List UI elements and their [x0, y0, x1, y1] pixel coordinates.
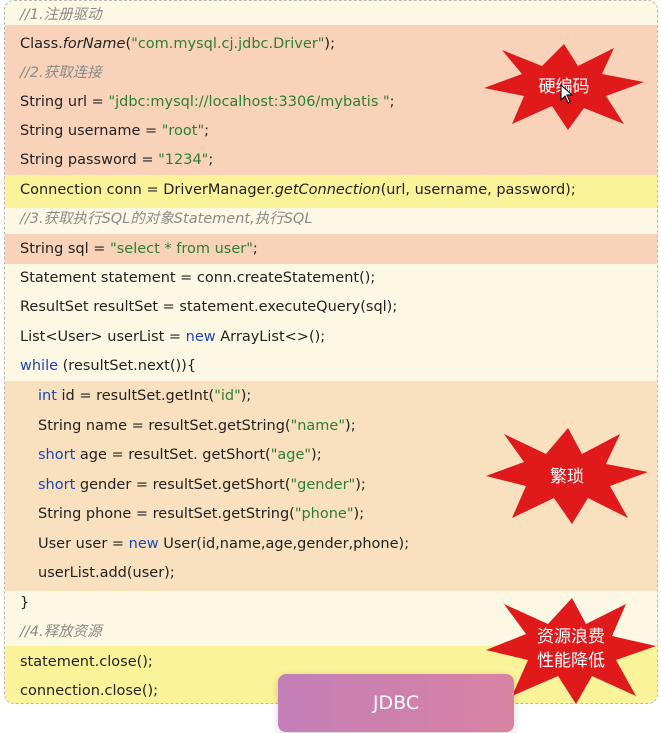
code-line-22: //4.释放资源 [20, 618, 102, 647]
code-text: ); [355, 477, 366, 493]
code-keyword: new [128, 536, 159, 552]
code-text: String name = resultSet.getString( [38, 418, 291, 434]
code-text: String username = [20, 123, 162, 139]
code-line-19: User user = new User(id,name,age,gender,… [38, 530, 409, 559]
code-line-15: String name = resultSet.getString("name"… [38, 412, 356, 441]
code-line-5: String username = "root"; [20, 117, 209, 146]
code-line-18: String phone = resultSet.getString("phon… [38, 500, 364, 529]
code-text: connection.close(); [20, 683, 159, 699]
code-keyword: short [38, 447, 76, 463]
code-keyword: int [38, 388, 57, 404]
code-text: ); [353, 506, 365, 522]
code-text: (url, username, password); [380, 182, 576, 198]
code-line-8: //3.获取执行SQL的对象Statement,执行SQL [20, 205, 312, 234]
code-line-9: String sql = "select * from user"; [20, 235, 258, 264]
code-line-13: while (resultSet.next()){ [20, 352, 196, 381]
code-text: ; [389, 94, 395, 110]
code-text: (resultSet.next()){ [58, 358, 197, 374]
code-comment: //4.释放资源 [20, 624, 102, 640]
mouse-cursor-icon [560, 84, 574, 104]
code-line-3: //2.获取连接 [20, 59, 102, 88]
code-text: ArrayList<>(); [215, 329, 326, 345]
code-text: String url = [20, 94, 109, 110]
code-string: "age" [270, 447, 312, 463]
code-comment: //3.获取执行SQL的对象Statement,执行SQL [20, 211, 313, 227]
code-text: ); [240, 388, 252, 404]
code-line-2: Class.forName("com.mysql.cj.jdbc.Driver"… [20, 30, 335, 59]
code-comment: //2.获取连接 [20, 65, 102, 81]
code-line-10: Statement statement = conn.createStateme… [20, 264, 375, 293]
slide-title-tag: JDBC [278, 674, 514, 732]
code-line-11: ResultSet resultSet = statement.executeQ… [20, 293, 397, 322]
code-text: ; [252, 241, 258, 257]
code-line-7: Connection conn = DriverManager.getConne… [20, 176, 576, 205]
waste-label-line1: 资源浪费 [537, 627, 605, 647]
code-text: gender = resultSet.getShort( [75, 477, 291, 493]
code-text: Connection conn = DriverManager. [20, 182, 275, 198]
code-text: User user = [38, 536, 129, 552]
code-method: forName [62, 36, 126, 52]
waste-label-line2: 性能降低 [537, 651, 605, 671]
verbose-label: 繁琐 [550, 467, 584, 487]
code-line-1: //1.注册驱动 [20, 1, 102, 30]
code-text: ; [204, 123, 210, 139]
code-keyword: short [38, 477, 76, 493]
code-text: String phone = resultSet.getString( [38, 506, 295, 522]
code-text: Class. [20, 36, 63, 52]
code-text: ); [311, 447, 322, 463]
code-string: "1234" [158, 152, 209, 168]
code-string: "gender" [290, 477, 356, 493]
code-line-12: List<User> userList = new ArrayList<>(); [20, 323, 325, 352]
code-line-17: short gender = resultSet.getShort("gende… [38, 471, 366, 500]
code-text: ResultSet resultSet = statement.executeQ… [20, 299, 398, 315]
code-text: id = resultSet.getInt( [56, 388, 215, 404]
code-keyword: while [20, 358, 59, 374]
code-text: String password = [20, 152, 159, 168]
code-text: userList.add(user); [38, 565, 175, 581]
code-string: "phone" [294, 506, 354, 522]
code-text: statement.close(); [20, 654, 153, 670]
code-text: List<User> userList = [20, 329, 186, 345]
code-text: } [20, 595, 30, 611]
code-comment: //1.注册驱动 [20, 7, 102, 23]
code-line-16: short age = resultSet. getShort("age"); [38, 441, 322, 470]
code-line-6: String password = "1234"; [20, 146, 213, 175]
code-method: getConnection [274, 182, 381, 198]
code-text: User(id,name,age,gender,phone); [158, 536, 410, 552]
code-text: ); [345, 418, 356, 434]
code-text: ; [208, 152, 214, 168]
code-text: Statement statement = conn.createStateme… [20, 270, 376, 286]
slide-title: JDBC [372, 692, 420, 714]
code-string: "com.mysql.cj.jdbc.Driver" [131, 36, 325, 52]
code-line-24: connection.close(); [20, 677, 159, 703]
code-keyword: new [185, 329, 216, 345]
code-line-21: } [20, 589, 29, 618]
code-text: ); [324, 36, 335, 52]
code-string: "name" [290, 418, 346, 434]
code-line-4: String url = "jdbc:mysql://localhost:330… [20, 88, 395, 117]
code-line-14: int id = resultSet.getInt("id"); [38, 382, 251, 411]
code-string: "id" [214, 388, 241, 404]
code-text: String sql = [20, 241, 111, 257]
verbose-burst: 繁琐 [486, 428, 648, 524]
code-string: "root" [161, 123, 205, 139]
code-string: "select * from user" [110, 241, 253, 257]
code-text: age = resultSet. getShort( [75, 447, 271, 463]
code-line-23: statement.close(); [20, 648, 153, 677]
code-line-20: userList.add(user); [38, 559, 175, 588]
code-string: "jdbc:mysql://localhost:3306/mybatis " [108, 94, 390, 110]
